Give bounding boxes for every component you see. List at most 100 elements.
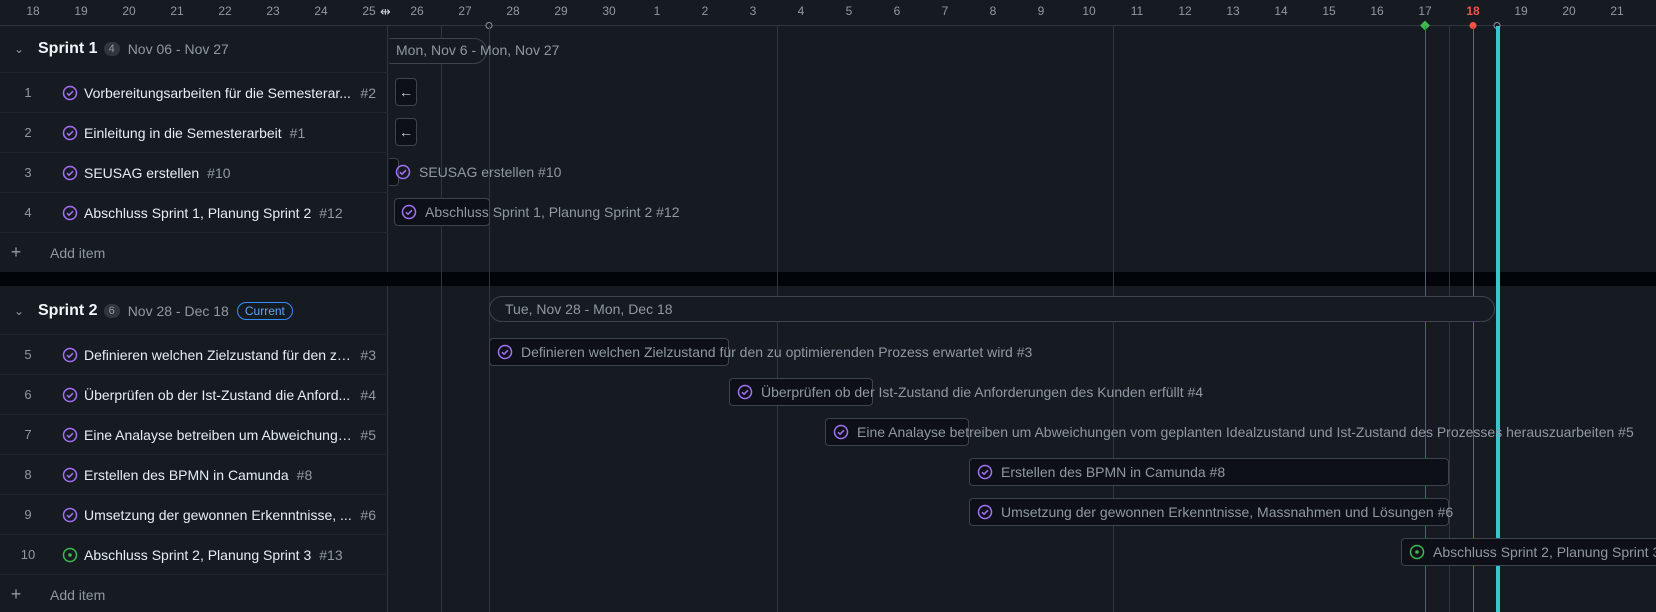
- ruler-tick: 27: [458, 4, 472, 18]
- issue-number: #3: [360, 346, 376, 363]
- row-number: 6: [24, 387, 32, 402]
- ruler-tick: 12: [1178, 4, 1192, 18]
- closed-issue-icon: [56, 467, 84, 483]
- issue-number: #8: [296, 466, 313, 483]
- ruler-tick: 26: [410, 4, 424, 18]
- item-list-panel: ⌄ Sprint 1 4 Nov 06 - Nov 27 1 Vorbereitu…: [0, 26, 388, 612]
- issue-number: #12: [319, 204, 343, 221]
- ruler-tick: 20: [1562, 4, 1576, 18]
- ruler-tick: 18: [1466, 4, 1480, 18]
- row-title[interactable]: Vorbereitungsarbeiten für die Semesterar…: [84, 85, 351, 101]
- add-item-label: Add item: [50, 586, 106, 603]
- resize-handle-icon[interactable]: ⇹: [380, 4, 391, 20]
- timeline-ruler: 18 19 20 21 22 23 24 25 26 27 28 29 30 1 2 3 4 5 6 7 8 9 10 11 1…: [0, 0, 1656, 31]
- arrow-left-icon[interactable]: ←: [395, 78, 417, 106]
- row-title[interactable]: Abschluss Sprint 2, Planung Sprint 3: [84, 547, 311, 563]
- group-dates: Nov 28 - Dec 18: [127, 303, 229, 319]
- issue-number: #4: [360, 386, 376, 403]
- closed-issue-icon: [56, 85, 84, 101]
- table-row[interactable]: 8 Erstellen des BPMN in Camunda #8: [0, 454, 388, 494]
- ruler-tick: 23: [266, 4, 280, 18]
- bar-label-item-10: Abschluss Sprint 2, Planung Sprint 3: [1409, 538, 1656, 566]
- check-circle-icon: [497, 344, 513, 360]
- open-circle-icon: [1409, 544, 1425, 560]
- ruler-tick: 30: [602, 4, 616, 18]
- closed-issue-icon: [56, 347, 84, 363]
- closed-issue-icon: [56, 205, 84, 221]
- table-row[interactable]: 6 Überprüfen ob der Ist-Zustand die Anfor…: [0, 374, 388, 414]
- row-title[interactable]: Definieren welchen Zielzustand für den z…: [84, 347, 354, 363]
- row-title[interactable]: Erstellen des BPMN in Camunda: [84, 467, 289, 483]
- group-title: Sprint 2: [38, 302, 98, 319]
- row-number: 10: [20, 547, 36, 562]
- table-row[interactable]: 10 Abschluss Sprint 2, Planung Sprint 3 #1…: [0, 534, 388, 574]
- ruler-tick: 25: [362, 4, 376, 18]
- check-circle-icon: [977, 504, 993, 520]
- ruler-tick: 21: [1610, 4, 1624, 18]
- check-circle-icon: [401, 204, 417, 220]
- row-title[interactable]: Eine Analayse betreiben um Abweichunge..…: [84, 427, 354, 443]
- group-header-sprint-2[interactable]: ⌄ Sprint 2 6 Nov 28 - Dec 18 Current: [0, 288, 388, 334]
- issue-number: #6: [360, 506, 376, 523]
- row-title[interactable]: Umsetzung der gewonnen Erkenntnisse, ...: [84, 507, 352, 523]
- ruler-tick: 13: [1226, 4, 1240, 18]
- group-header-sprint-1[interactable]: ⌄ Sprint 1 4 Nov 06 - Nov 27: [0, 26, 388, 72]
- ruler-tick: 22: [218, 4, 232, 18]
- count-badge: 4: [103, 42, 120, 56]
- ruler-tick: 7: [941, 4, 949, 18]
- count-badge: 6: [103, 304, 120, 318]
- ruler-tick: 10: [1082, 4, 1096, 18]
- add-item-button[interactable]: + Add item: [0, 232, 388, 272]
- row-number: 5: [24, 347, 32, 362]
- ruler-tick: 3: [749, 4, 757, 18]
- table-row[interactable]: 9 Umsetzung der gewonnen Erkenntnisse, ..…: [0, 494, 388, 534]
- current-badge: Current: [236, 302, 293, 320]
- bar-label-item-9: Umsetzung der gewonnen Erkenntnisse, Mas…: [977, 498, 1453, 526]
- closed-issue-icon: [56, 427, 84, 443]
- row-number: 9: [24, 507, 32, 522]
- issue-number: #1: [289, 124, 306, 141]
- timeline-chart: Mon, Nov 6 - Mon, Nov 27 ← ← SEUSAG erst…: [389, 26, 1656, 612]
- issue-number: #2: [360, 84, 376, 101]
- table-row[interactable]: 7 Eine Analayse betreiben um Abweichunge.…: [0, 414, 388, 454]
- table-row[interactable]: 2 Einleitung in die Semesterarbeit #1: [0, 112, 388, 152]
- bar-label-item-3: SEUSAG erstellen #10: [395, 158, 561, 186]
- gridline: [441, 26, 442, 612]
- table-row[interactable]: 5 Definieren welchen Zielzustand für den …: [0, 334, 388, 374]
- bar-label-item-7: Eine Analayse betreiben um Abweichungen …: [833, 418, 1634, 446]
- ruler-tick: 9: [1037, 4, 1045, 18]
- bar-label-item-4: Abschluss Sprint 1, Planung Sprint 2 #12: [401, 198, 680, 226]
- add-item-button[interactable]: + Add item: [0, 574, 388, 612]
- sprint-1-pill-label: Mon, Nov 6 - Mon, Nov 27: [396, 42, 560, 58]
- ruler-tick: 16: [1370, 4, 1384, 18]
- row-title[interactable]: Abschluss Sprint 1, Planung Sprint 2: [84, 205, 311, 221]
- issue-number: #13: [319, 546, 343, 563]
- closed-issue-icon: [56, 387, 84, 403]
- table-row[interactable]: 3 SEUSAG erstellen #10: [0, 152, 388, 192]
- check-circle-icon: [977, 464, 993, 480]
- arrow-left-icon[interactable]: ←: [395, 118, 417, 146]
- row-title[interactable]: SEUSAG erstellen: [84, 165, 199, 181]
- row-number: 1: [24, 85, 32, 100]
- closed-issue-icon: [56, 125, 84, 141]
- row-title[interactable]: Einleitung in die Semesterarbeit: [84, 125, 282, 141]
- row-title[interactable]: Überprüfen ob der Ist-Zustand die Anford…: [84, 387, 350, 403]
- ruler-tick: 29: [554, 4, 568, 18]
- row-number: 2: [24, 125, 32, 140]
- table-row[interactable]: 1 Vorbereitungsarbeiten für die Semestera…: [0, 72, 388, 112]
- chevron-down-icon[interactable]: ⌄: [0, 42, 38, 56]
- bar-label-item-6: Überprüfen ob der Ist-Zustand die Anford…: [737, 378, 1203, 406]
- ruler-tick: 1: [653, 4, 661, 18]
- issue-number: #5: [360, 426, 376, 443]
- chevron-down-icon[interactable]: ⌄: [0, 304, 38, 318]
- check-circle-icon: [737, 384, 753, 400]
- ruler-tick: 6: [893, 4, 901, 18]
- row-number: 3: [24, 165, 32, 180]
- current-sprint-end-line[interactable]: [1496, 26, 1500, 612]
- table-row[interactable]: 4 Abschluss Sprint 1, Planung Sprint 2 #12: [0, 192, 388, 232]
- ruler-tick: 4: [797, 4, 805, 18]
- open-issue-icon: [56, 547, 84, 563]
- closed-issue-icon: [56, 165, 84, 181]
- ruler-tick: 20: [122, 4, 136, 18]
- add-item-label: Add item: [50, 244, 106, 261]
